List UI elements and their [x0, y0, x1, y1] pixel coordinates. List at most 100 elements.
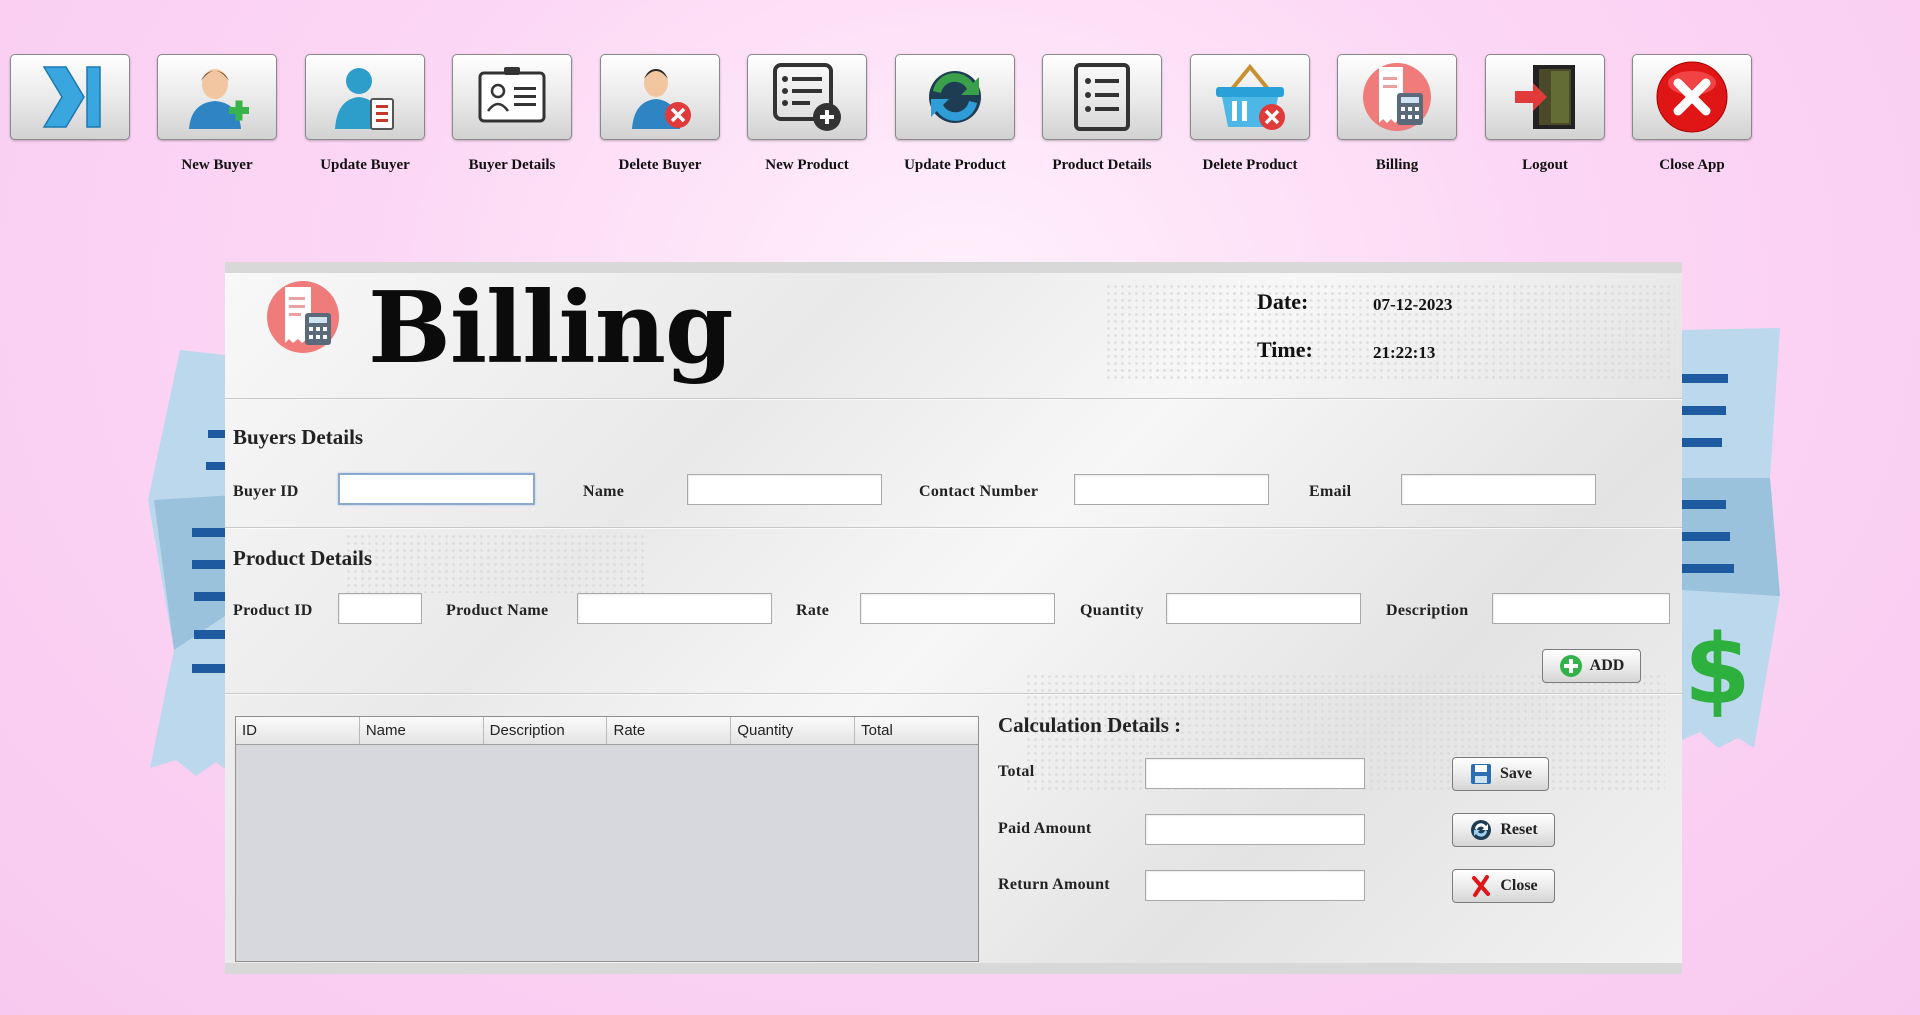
toolbar-item-buyer-details[interactable]: Buyer Details [452, 54, 572, 179]
product-id-label: Product ID [233, 602, 313, 619]
column-header-id[interactable]: ID [236, 717, 360, 744]
delete-product-label: Delete Product [1202, 157, 1298, 173]
buyer-details-label: Buyer Details [468, 157, 556, 173]
toolbar-item-skip[interactable] [10, 54, 130, 179]
close-circle-icon [1656, 61, 1728, 133]
toolbar-item-logout[interactable]: Logout [1485, 54, 1605, 179]
contact-number-input[interactable] [1074, 474, 1269, 505]
return-amount-input[interactable] [1145, 870, 1365, 901]
plus-circle-icon [1559, 655, 1582, 677]
receipt-strip-right-decoration: $ [1682, 328, 1780, 748]
logout-button[interactable] [1485, 54, 1605, 140]
update-buyer-label: Update Buyer [320, 157, 410, 173]
toolbar-item-billing[interactable]: Billing [1337, 54, 1457, 179]
close-app-button[interactable] [1632, 54, 1752, 140]
close-button[interactable]: Close [1452, 869, 1555, 903]
return-amount-label: Return Amount [998, 876, 1110, 893]
product-details-label: Product Details [1052, 157, 1152, 173]
column-header-rate[interactable]: Rate [607, 717, 732, 744]
svg-text:$: $ [1684, 614, 1751, 726]
toolbar-item-update-product[interactable]: Update Product [895, 54, 1015, 179]
divider [225, 398, 1682, 400]
product-name-label: Product Name [446, 602, 549, 619]
floppy-disk-icon [1471, 764, 1491, 784]
skip-forward-icon [42, 66, 101, 128]
column-header-name[interactable]: Name [360, 717, 484, 744]
calculation-section-title: Calculation Details : [998, 713, 1182, 737]
name-input[interactable] [687, 474, 882, 505]
close-app-label: Close App [1659, 157, 1725, 173]
buyer-details-button[interactable] [452, 54, 572, 140]
product-section-title: Product Details [233, 546, 373, 570]
total-input[interactable] [1145, 758, 1365, 789]
logout-door-icon [1515, 65, 1575, 129]
product-name-input[interactable] [577, 593, 772, 624]
billing-table[interactable]: ID Name Description Rate Quantity Total [235, 716, 979, 962]
paid-amount-input[interactable] [1145, 814, 1365, 845]
page-title: Billing [368, 271, 734, 386]
buyers-section-title: Buyers Details [233, 425, 364, 449]
column-header-quantity[interactable]: Quantity [731, 717, 856, 744]
divider [225, 693, 1682, 695]
description-input[interactable] [1492, 593, 1670, 624]
skip-button[interactable] [10, 54, 130, 140]
id-card-icon [478, 67, 546, 123]
time-value: 21:22:13 [1373, 343, 1436, 362]
new-product-button[interactable] [747, 54, 867, 140]
buyer-id-input[interactable] [338, 473, 535, 505]
quantity-label: Quantity [1080, 602, 1144, 619]
update-user-icon [335, 68, 394, 130]
refresh-icon [929, 71, 981, 123]
rate-input[interactable] [860, 593, 1055, 624]
add-list-icon [773, 63, 841, 131]
email-input[interactable] [1401, 474, 1596, 505]
reset-button[interactable]: Reset [1452, 813, 1555, 847]
delete-user-icon [632, 69, 691, 129]
add-button-label: ADD [1589, 657, 1625, 674]
save-button[interactable]: Save [1452, 757, 1549, 791]
update-buyer-button[interactable] [305, 54, 425, 140]
save-button-label: Save [1500, 765, 1532, 782]
dot-pattern-decoration [345, 533, 645, 593]
update-product-label: Update Product [904, 157, 1006, 173]
toolbar-item-new-product[interactable]: New Product [747, 54, 867, 179]
receipt-strip-left-decoration [148, 350, 234, 776]
reset-button-label: Reset [1500, 821, 1538, 838]
close-button-label: Close [1500, 877, 1538, 894]
name-label: Name [583, 483, 625, 500]
billing-logo-icon [267, 281, 339, 353]
toolbar-item-delete-product[interactable]: Delete Product [1190, 54, 1310, 179]
table-header: ID Name Description Rate Quantity Total [236, 717, 978, 745]
reset-icon [1471, 820, 1492, 840]
description-label: Description [1386, 602, 1469, 619]
new-buyer-label: New Buyer [181, 157, 253, 173]
delete-buyer-button[interactable] [600, 54, 720, 140]
logout-label: Logout [1522, 157, 1568, 173]
billing-button[interactable] [1337, 54, 1457, 140]
toolbar-item-product-details[interactable]: Product Details [1042, 54, 1162, 179]
add-button[interactable]: ADD [1542, 649, 1641, 683]
rate-label: Rate [796, 602, 830, 619]
product-details-button[interactable] [1042, 54, 1162, 140]
toolbar-item-new-buyer[interactable]: New Buyer [157, 54, 277, 179]
list-icon [1074, 63, 1130, 131]
new-buyer-button[interactable] [157, 54, 277, 140]
quantity-input[interactable] [1166, 593, 1361, 624]
date-label: Date: [1257, 289, 1309, 314]
email-label: Email [1309, 483, 1352, 500]
toolbar-item-delete-buyer[interactable]: Delete Buyer [600, 54, 720, 179]
update-product-button[interactable] [895, 54, 1015, 140]
product-id-input[interactable] [338, 593, 422, 624]
buyer-id-label: Buyer ID [233, 483, 299, 500]
toolbar-item-update-buyer[interactable]: Update Buyer [305, 54, 425, 179]
toolbar-item-close-app[interactable]: Close App [1632, 54, 1752, 179]
time-label: Time: [1257, 337, 1313, 362]
table-body[interactable] [236, 745, 978, 961]
contact-number-label: Contact Number [919, 483, 1039, 500]
column-header-description[interactable]: Description [484, 717, 608, 744]
paid-amount-label: Paid Amount [998, 820, 1092, 837]
delete-product-button[interactable] [1190, 54, 1310, 140]
delete-basket-icon [1216, 63, 1285, 130]
billing-label: Billing [1375, 157, 1419, 173]
column-header-total[interactable]: Total [855, 717, 978, 744]
